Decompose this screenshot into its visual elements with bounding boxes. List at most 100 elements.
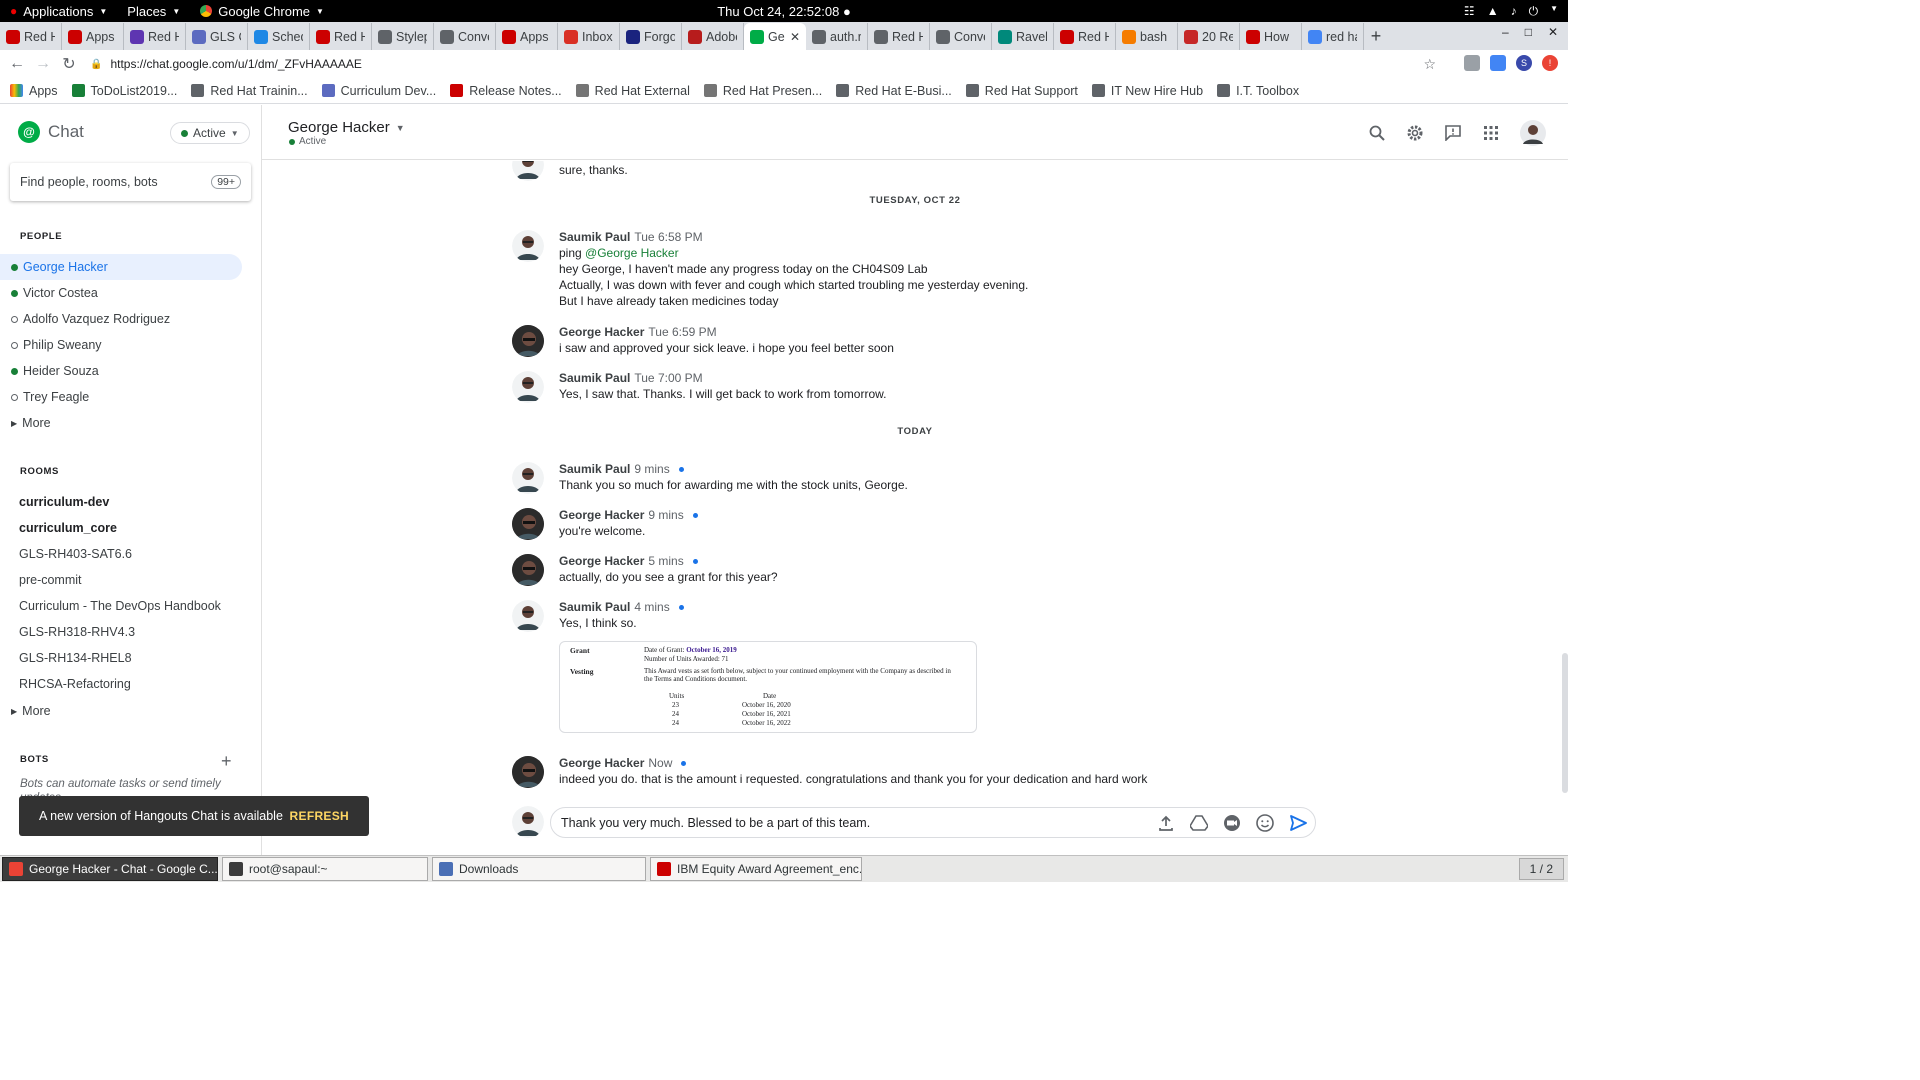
forward-icon[interactable]: →	[30, 55, 56, 73]
sender-avatar[interactable]	[512, 462, 544, 494]
video-meeting-icon[interactable]	[1222, 813, 1241, 832]
sidebar-room-item[interactable]: GLS-RH318-RHV4.3	[19, 625, 135, 639]
system-tray[interactable]: ☷ ▲ ♪ ⏻ ▼	[1464, 4, 1558, 19]
address-bar[interactable]: 🔒 https://chat.google.com/u/1/dm/_ZFvHAA…	[90, 53, 1446, 75]
chrome-app-menu[interactable]: Google Chrome ▼	[190, 4, 334, 19]
close-window-icon[interactable]: ✕	[1548, 25, 1558, 39]
browser-tab[interactable]: How	[1240, 23, 1302, 50]
extension-icon[interactable]	[1490, 55, 1506, 71]
profile-avatar-icon[interactable]: S	[1516, 55, 1532, 71]
browser-tab[interactable]: Red H	[868, 23, 930, 50]
extension-icon[interactable]	[1464, 55, 1480, 71]
browser-tab[interactable]: Red H	[310, 23, 372, 50]
drive-icon[interactable]	[1189, 813, 1208, 832]
browser-tab[interactable]: Red H	[0, 23, 62, 50]
refresh-button[interactable]: REFRESH	[290, 809, 349, 823]
sidebar-person-item[interactable]: Trey Feagle	[0, 384, 242, 410]
sender-name[interactable]: George Hacker	[559, 756, 644, 770]
bookmark-star-icon[interactable]: ☆	[1423, 56, 1436, 73]
bookmark-item[interactable]: Apps	[10, 84, 58, 98]
sidebar-person-item[interactable]: Heider Souza	[0, 358, 242, 384]
sender-avatar[interactable]	[512, 554, 544, 586]
back-icon[interactable]: ←	[4, 55, 30, 73]
browser-tab[interactable]: Adobe	[682, 23, 744, 50]
bookmark-item[interactable]: Red Hat External	[575, 84, 690, 98]
browser-tab[interactable]: GLS C	[186, 23, 248, 50]
find-people-search[interactable]: Find people, rooms, bots 99+	[10, 163, 251, 201]
close-icon[interactable]: ✕	[790, 30, 800, 44]
browser-tab[interactable]: Apps	[62, 23, 124, 50]
chat-logo[interactable]: @ Chat	[18, 121, 84, 143]
feedback-icon[interactable]	[1444, 124, 1462, 142]
browser-tab[interactable]: Inbox	[558, 23, 620, 50]
sidebar-room-item[interactable]: GLS-RH134-RHEL8	[19, 651, 132, 665]
sender-name[interactable]: Saumik Paul	[559, 230, 630, 244]
sender-name[interactable]: George Hacker	[559, 508, 644, 522]
sender-avatar[interactable]	[512, 371, 544, 403]
user-mention[interactable]: @George Hacker	[585, 246, 679, 260]
status-dropdown[interactable]: Active ▼	[170, 122, 250, 144]
taskbar-window-item[interactable]: George Hacker - Chat - Google C...	[2, 857, 218, 881]
reload-icon[interactable]: ↻	[56, 54, 82, 74]
sidebar-person-item[interactable]: Victor Costea	[0, 280, 242, 306]
sidebar-room-item[interactable]: RHCSA-Refactoring	[19, 677, 131, 691]
places-menu[interactable]: Places ▼	[117, 4, 190, 19]
bookmark-item[interactable]: ToDoList2019...	[71, 84, 177, 98]
sender-name[interactable]: Saumik Paul	[559, 371, 630, 385]
applications-menu[interactable]: ● Applications ▼	[0, 4, 117, 19]
emoji-icon[interactable]	[1255, 813, 1274, 832]
sender-avatar[interactable]	[512, 230, 544, 262]
sidebar-room-item[interactable]: Curriculum - The DevOps Handbook	[19, 599, 221, 613]
browser-tab[interactable]: Red H	[1054, 23, 1116, 50]
sidebar-room-item[interactable]: curriculum_core	[19, 521, 117, 535]
sender-name[interactable]: Saumik Paul	[559, 600, 630, 614]
sidebar-room-item[interactable]: GLS-RH403-SAT6.6	[19, 547, 132, 561]
bookmark-item[interactable]: Red Hat Support	[965, 84, 1078, 98]
sidebar-person-item[interactable]: Philip Sweany	[0, 332, 242, 358]
sender-avatar[interactable]	[512, 600, 544, 632]
taskbar-window-item[interactable]: root@sapaul:~	[222, 857, 428, 881]
send-icon[interactable]	[1288, 813, 1307, 832]
bookmark-item[interactable]: I.T. Toolbox	[1217, 84, 1299, 98]
browser-tab[interactable]: Red H	[124, 23, 186, 50]
minimize-icon[interactable]: –	[1502, 25, 1509, 39]
browser-tab[interactable]: 20 Re	[1178, 23, 1240, 50]
add-bot-icon[interactable]: +	[221, 751, 232, 772]
workspace-switcher[interactable]: 1 / 2	[1518, 858, 1564, 880]
bookmark-item[interactable]: IT New Hire Hub	[1091, 84, 1203, 98]
browser-tab[interactable]: red ha	[1302, 23, 1364, 50]
attachment-image[interactable]: Grant Date of Grant: October 16, 2019 Numb…	[559, 641, 977, 733]
sender-avatar[interactable]	[512, 508, 544, 540]
message-composer[interactable]: Thank you very much. Blessed to be a par…	[550, 807, 1316, 838]
new-tab-button[interactable]: +	[1364, 23, 1388, 50]
apps-grid-icon[interactable]	[1482, 124, 1500, 142]
sender-avatar[interactable]	[512, 325, 544, 357]
browser-tab[interactable]: Ravell	[992, 23, 1054, 50]
gear-icon[interactable]	[1406, 124, 1424, 142]
browser-tab[interactable]: Sched	[248, 23, 310, 50]
bookmark-item[interactable]: Red Hat Trainin...	[191, 84, 308, 98]
browser-tab[interactable]: auth.r	[806, 23, 868, 50]
sidebar-person-item[interactable]: George Hacker	[0, 254, 242, 280]
system-clock[interactable]: Thu Oct 24, 22:52:08 ●	[717, 4, 851, 19]
sender-name[interactable]: Saumik Paul	[559, 462, 630, 476]
browser-tab[interactable]: bash	[1116, 23, 1178, 50]
taskbar-window-item[interactable]: Downloads	[432, 857, 646, 881]
conversation-title[interactable]: George Hacker ▼	[288, 119, 405, 136]
search-icon[interactable]	[1368, 124, 1386, 142]
chrome-update-icon[interactable]: !	[1542, 55, 1558, 71]
rooms-more-button[interactable]: ▶ More	[11, 704, 51, 718]
browser-tab[interactable]: Apps	[496, 23, 558, 50]
sidebar-room-item[interactable]: pre-commit	[19, 573, 82, 587]
browser-tab[interactable]: Ge ✕	[744, 23, 806, 50]
bookmark-item[interactable]: Red Hat Presen...	[703, 84, 822, 98]
bookmark-item[interactable]: Release Notes...	[450, 84, 562, 98]
thread-scrollbar[interactable]	[1562, 653, 1568, 793]
upload-icon[interactable]	[1156, 813, 1175, 832]
browser-tab[interactable]: Conve	[930, 23, 992, 50]
taskbar-window-item[interactable]: IBM Equity Award Agreement_enc...	[650, 857, 862, 881]
sidebar-room-item[interactable]: curriculum-dev	[19, 495, 109, 509]
account-avatar[interactable]	[1520, 120, 1546, 146]
bookmark-item[interactable]: Curriculum Dev...	[321, 84, 436, 98]
browser-tab[interactable]: Forgo	[620, 23, 682, 50]
